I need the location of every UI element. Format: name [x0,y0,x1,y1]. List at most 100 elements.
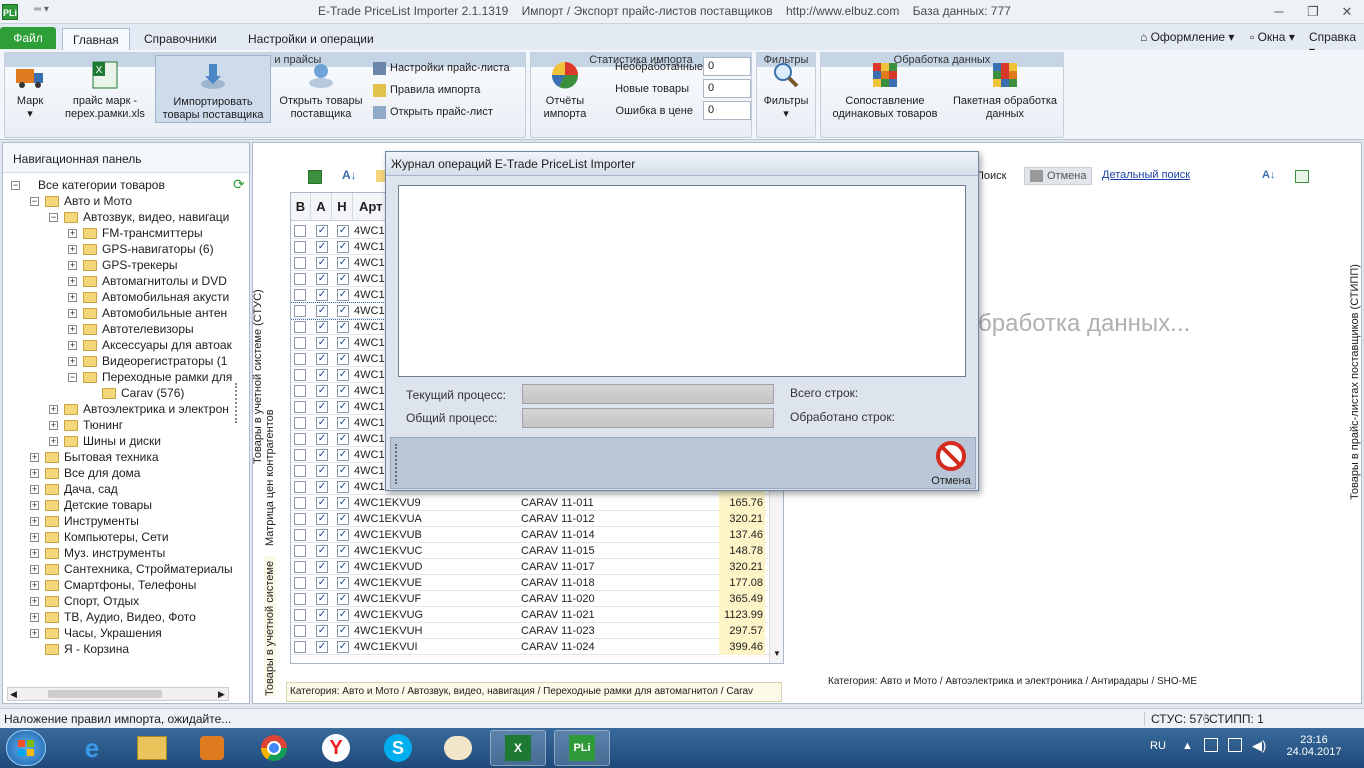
checkbox-a[interactable]: ✓ [316,465,328,477]
checkbox-a[interactable]: ✓ [316,369,328,381]
checkbox-a[interactable]: ✓ [316,609,328,621]
import-rules-link[interactable]: Правила импорта [373,79,525,101]
side-tab-price-matrix[interactable]: Матрица цен контрагентов [264,402,276,546]
checkbox-n[interactable]: ✓ [337,465,349,477]
table-row[interactable]: ✓ ✓ 4WC1EKVUB CARAV 11-014 137.46 [291,527,783,543]
export-icon[interactable] [308,170,322,184]
search-label[interactable]: Поиск [976,170,1006,182]
compare-goods-button[interactable]: Сопоставление одинаковых товаров [823,55,947,123]
checkbox-v[interactable] [294,561,306,573]
checkbox-n[interactable]: ✓ [337,369,349,381]
tree-item[interactable]: + GPS-трекеры [68,257,178,273]
tree-item[interactable]: + Автомобильная акусти [68,289,229,305]
checkbox-v[interactable] [294,337,306,349]
tab-references[interactable]: Справочники [134,28,227,50]
import-goods-button[interactable]: Импортировать товары поставщика [155,55,271,123]
table-row[interactable]: ✓ ✓ 4WC1EKVUA CARAV 11-012 320.21 [291,511,783,527]
checkbox-n[interactable]: ✓ [337,561,349,573]
tree-item[interactable]: + Дача, сад [30,481,118,497]
file-menu[interactable]: Файл [0,27,56,49]
checkbox-n[interactable]: ✓ [337,225,349,237]
checkbox-v[interactable] [294,465,306,477]
checkbox-n[interactable]: ✓ [337,289,349,301]
checkbox-a[interactable]: ✓ [316,321,328,333]
checkbox-n[interactable]: ✓ [337,337,349,349]
collapse-icon[interactable]: − [11,181,20,191]
checkbox-v[interactable] [294,497,306,509]
clock[interactable]: 23:16 24.04.2017 [1286,734,1342,758]
checkbox-n[interactable]: ✓ [337,593,349,605]
expand-icon[interactable]: + [30,565,39,575]
checkbox-v[interactable] [294,401,306,413]
tree-item[interactable]: + Видеорегистраторы (1 [68,353,227,369]
tree-item[interactable]: − Авто и Мото [30,193,132,209]
app-icon[interactable]: PLi [2,4,18,20]
checkbox-a[interactable]: ✓ [316,593,328,605]
sort-az-icon[interactable]: A↓ [342,168,357,182]
checkbox-n[interactable]: ✓ [337,273,349,285]
checkbox-a[interactable]: ✓ [316,401,328,413]
expand-icon[interactable]: + [30,517,39,527]
checkbox-a[interactable]: ✓ [316,353,328,365]
checkbox-n[interactable]: ✓ [337,641,349,653]
scroll-left-icon[interactable]: ◀ [10,689,17,700]
checkbox-a[interactable]: ✓ [316,417,328,429]
expand-icon[interactable]: + [68,245,77,255]
side-tab-stock[interactable]: Товары в учетной системе [264,556,276,696]
checkbox-a[interactable]: ✓ [316,529,328,541]
tree-item[interactable]: + Автоэлектрика и электрон [49,401,229,417]
expand-icon[interactable]: + [68,277,77,287]
mark-button[interactable]: Марк ▾ [7,55,53,123]
taskbar-ie[interactable]: e [64,730,120,766]
tree-item[interactable]: + Муз. инструменты [30,545,165,561]
checkbox-a[interactable]: ✓ [316,577,328,589]
checkbox-n[interactable]: ✓ [337,417,349,429]
expand-icon[interactable]: + [30,629,39,639]
expand-icon[interactable]: + [30,533,39,543]
tree-item[interactable]: Carav (576) [87,385,184,401]
price-settings-link[interactable]: Настройки прайс-листа [373,57,525,79]
scroll-thumb[interactable] [48,690,162,698]
checkbox-v[interactable] [294,481,306,493]
tray-network-icon[interactable] [1228,738,1242,752]
expand-icon[interactable]: + [30,613,39,623]
table-row[interactable]: ✓ ✓ 4WC1EKVUH CARAV 11-023 297.57 [291,623,783,639]
expand-icon[interactable]: + [49,437,58,447]
checkbox-a[interactable]: ✓ [316,561,328,573]
side-tab-stipp[interactable]: Товары в прайс-листах поставщиков (СТИПП… [1349,256,1361,500]
tree-item[interactable]: + Тюнинг [49,417,123,433]
checkbox-v[interactable] [294,321,306,333]
theme-menu[interactable]: ⌂ Оформление ▾ [1140,30,1234,44]
tree-item[interactable]: + Детские товары [30,497,152,513]
expand-icon[interactable]: + [30,469,39,479]
tree-item[interactable]: + Автотелевизоры [68,321,194,337]
checkbox-a[interactable]: ✓ [316,337,328,349]
tree-item[interactable]: + Компьютеры, Сети [30,529,169,545]
dialog-cancel-button[interactable]: Отмена [927,440,975,488]
tree-item[interactable]: + Все для дома [30,465,140,481]
taskbar-media[interactable] [184,730,240,766]
refresh-icon[interactable]: ⟳ [233,177,247,191]
tree-item[interactable]: + Спорт, Отдых [30,593,139,609]
col-header-v[interactable]: В [291,193,311,221]
taskbar-explorer[interactable] [124,730,180,766]
checkbox-v[interactable] [294,545,306,557]
close-icon[interactable]: ✕ [1332,2,1362,22]
scroll-right-icon[interactable]: ▶ [218,689,225,700]
expand-icon[interactable]: + [68,357,77,367]
scroll-down-icon[interactable]: ▼ [773,649,781,658]
checkbox-n[interactable]: ✓ [337,401,349,413]
col-header-n[interactable]: Н [332,193,353,221]
expand-icon[interactable]: + [68,341,77,351]
checkbox-v[interactable] [294,609,306,621]
tree-item[interactable]: + Автомобильные антен [68,305,227,321]
checkbox-v[interactable] [294,305,306,317]
tray-expand-icon[interactable]: ▲ [1182,740,1193,752]
detail-search-link[interactable]: Детальный поиск [1102,169,1190,181]
search-cancel-button[interactable]: Отмена [1024,167,1092,185]
side-tab-stus[interactable]: Товары в учетной системе (СТУС) [252,276,264,464]
checkbox-a[interactable]: ✓ [316,225,328,237]
checkbox-v[interactable] [294,449,306,461]
checkbox-v[interactable] [294,273,306,285]
expand-icon[interactable]: + [30,501,39,511]
